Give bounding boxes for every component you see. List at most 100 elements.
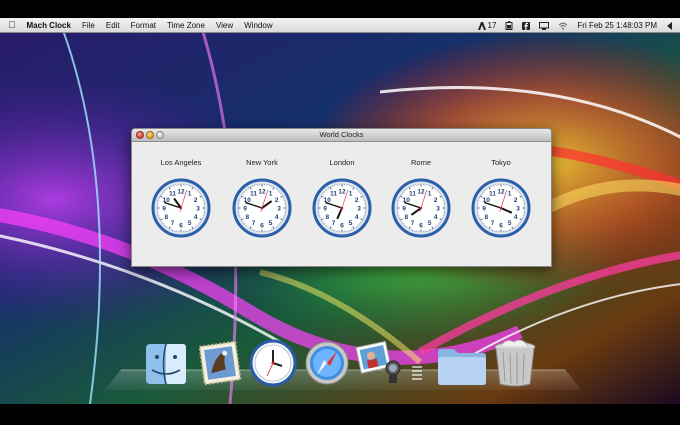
menu-file[interactable]: File bbox=[82, 18, 95, 33]
mail-icon[interactable] bbox=[198, 340, 242, 386]
clock-app-icon[interactable] bbox=[249, 339, 297, 387]
clock-center-pin bbox=[419, 206, 423, 210]
dock bbox=[0, 336, 680, 404]
clock-center-pin bbox=[499, 206, 503, 210]
dock-divider bbox=[412, 364, 422, 386]
clock-numeral: 4 bbox=[434, 214, 438, 221]
clock-numeral: 5 bbox=[349, 220, 353, 227]
clock-numeral: 9 bbox=[482, 205, 486, 212]
calendar-status[interactable]: 17 bbox=[477, 21, 497, 30]
clock-numeral: 7 bbox=[171, 220, 175, 227]
clock-numeral: 8 bbox=[484, 214, 488, 221]
city-label-los-angeles: Los Angeles bbox=[160, 158, 202, 167]
menu-app-name[interactable]: Mach Clock bbox=[27, 18, 71, 33]
clock-numeral: 4 bbox=[194, 214, 198, 221]
volume-icon[interactable] bbox=[666, 21, 673, 30]
menu-edit[interactable]: Edit bbox=[106, 18, 120, 33]
wifi-icon[interactable] bbox=[558, 22, 568, 30]
letterbox-top bbox=[0, 0, 680, 18]
clock-numeral: 12 bbox=[177, 188, 185, 195]
clock-numeral: 2 bbox=[434, 197, 438, 204]
clock-numeral: 7 bbox=[332, 220, 336, 227]
menu-clock-datetime[interactable]: Fri Feb 25 1:48:03 PM bbox=[577, 18, 657, 33]
finder-icon[interactable] bbox=[144, 342, 188, 386]
clock-numeral: 12 bbox=[258, 188, 266, 195]
clock-numeral: 6 bbox=[499, 222, 503, 229]
clock-numeral: 12 bbox=[338, 188, 346, 195]
clock-numeral: 3 bbox=[516, 205, 520, 212]
clock-numeral: 6 bbox=[419, 222, 423, 229]
city-label-london: London bbox=[329, 158, 355, 167]
clock-numeral: 3 bbox=[436, 205, 440, 212]
clock-numeral: 6 bbox=[179, 222, 183, 229]
clock-numeral: 1 bbox=[188, 191, 192, 198]
calendar-date-number: 17 bbox=[487, 21, 497, 30]
menu-format[interactable]: Format bbox=[131, 18, 156, 33]
clock-numeral: 12 bbox=[497, 188, 505, 195]
clock-numeral: 5 bbox=[269, 220, 273, 227]
city-label-new-york: New York bbox=[246, 158, 278, 167]
clock-numeral: 5 bbox=[428, 220, 432, 227]
facebook-icon[interactable] bbox=[522, 21, 531, 30]
clock-numeral: 2 bbox=[355, 197, 359, 204]
clock-numeral: 5 bbox=[508, 220, 512, 227]
clock-numeral: 8 bbox=[245, 214, 249, 221]
clock-numeral: 9 bbox=[323, 205, 327, 212]
safari-icon[interactable] bbox=[304, 340, 350, 386]
clock-numeral: 12 bbox=[417, 188, 425, 195]
city-label-tokyo: Tokyo bbox=[491, 158, 511, 167]
clock-numeral: 7 bbox=[411, 220, 415, 227]
clock-numeral: 1 bbox=[349, 191, 353, 198]
clock-numeral: 1 bbox=[508, 191, 512, 198]
clock-numeral: 4 bbox=[275, 214, 279, 221]
clock-numeral: 6 bbox=[340, 222, 344, 229]
clock-center-pin bbox=[260, 206, 264, 210]
clock-numeral: 2 bbox=[194, 197, 198, 204]
clock-numeral: 5 bbox=[188, 220, 192, 227]
clock-numeral: 11 bbox=[409, 191, 416, 198]
clock-numeral: 1 bbox=[269, 191, 273, 198]
clock-numeral: 3 bbox=[357, 205, 361, 212]
menu-view[interactable]: View bbox=[216, 18, 233, 33]
clock-numeral: 8 bbox=[164, 214, 168, 221]
clock-numeral: 11 bbox=[489, 191, 496, 198]
clock-numeral: 4 bbox=[514, 214, 518, 221]
clock-numeral: 6 bbox=[260, 222, 264, 229]
clock-numeral: 9 bbox=[162, 205, 166, 212]
clock-los-angeles: 1234567891011 12 bbox=[151, 178, 211, 238]
world-clocks-window: World Clocks Los Angeles New York London… bbox=[131, 128, 552, 267]
trash-icon[interactable] bbox=[492, 338, 538, 388]
clock-numeral: 3 bbox=[196, 205, 200, 212]
clock-numeral: 11 bbox=[169, 191, 176, 198]
clock-numeral: 2 bbox=[275, 197, 279, 204]
apple-icon[interactable]:  bbox=[8, 18, 16, 33]
clock-rome: 1234567891011 12 bbox=[391, 178, 451, 238]
clock-new-york: 1234567891011 12 bbox=[232, 178, 292, 238]
window-titlebar[interactable]: World Clocks bbox=[132, 129, 551, 142]
menu-time-zone[interactable]: Time Zone bbox=[167, 18, 205, 33]
clock-numeral: 2 bbox=[514, 197, 518, 204]
battery-icon[interactable] bbox=[505, 21, 513, 30]
clock-center-pin bbox=[340, 206, 344, 210]
display-icon[interactable] bbox=[539, 21, 550, 30]
adobe-icon bbox=[477, 21, 486, 30]
desktop-screen:  Mach Clock File Edit Format Time Zone … bbox=[0, 0, 680, 425]
clock-numeral: 4 bbox=[355, 214, 359, 221]
clock-numeral: 7 bbox=[252, 220, 256, 227]
clock-tokyo: 1234567891011 12 bbox=[471, 178, 531, 238]
clock-numeral: 7 bbox=[491, 220, 495, 227]
clock-numeral: 9 bbox=[402, 205, 406, 212]
clock-center-pin bbox=[179, 206, 183, 210]
letterbox-bottom bbox=[0, 404, 680, 425]
menu-window[interactable]: Window bbox=[244, 18, 272, 33]
clock-numeral: 1 bbox=[428, 191, 432, 198]
clock-numeral: 11 bbox=[250, 191, 257, 198]
menu-bar:  Mach Clock File Edit Format Time Zone … bbox=[0, 18, 680, 33]
downloads-folder-icon[interactable] bbox=[436, 344, 488, 386]
clock-numeral: 8 bbox=[325, 214, 329, 221]
iphoto-icon[interactable] bbox=[355, 338, 405, 386]
city-label-rome: Rome bbox=[410, 158, 431, 167]
window-title: World Clocks bbox=[319, 130, 364, 139]
clock-london: 1234567891011 12 bbox=[312, 178, 372, 238]
clock-numeral: 11 bbox=[330, 191, 337, 198]
